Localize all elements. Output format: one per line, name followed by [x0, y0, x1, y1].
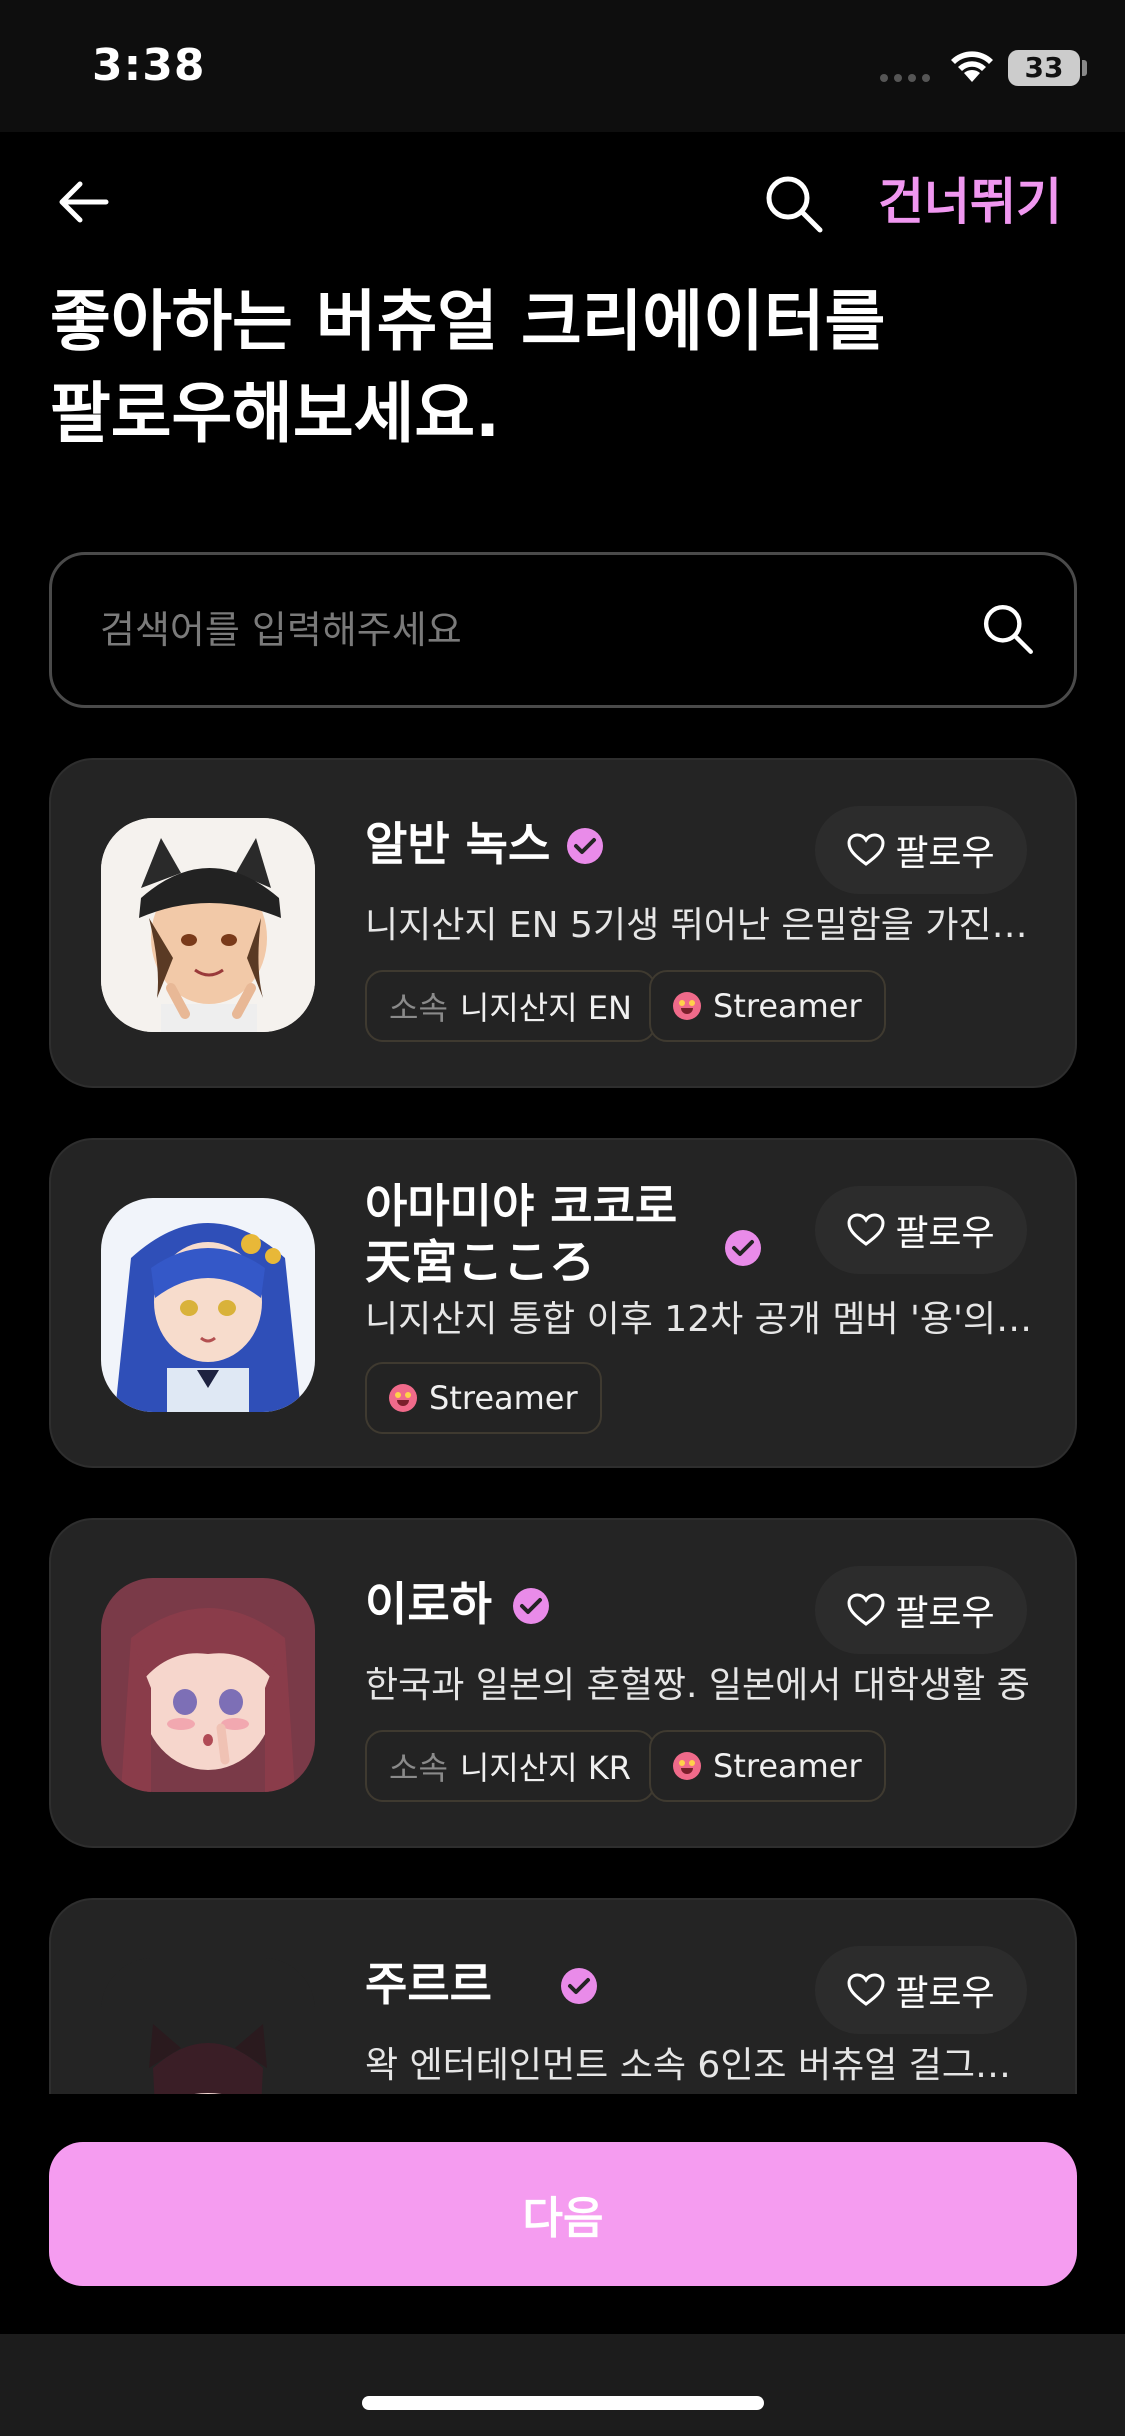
avatar	[101, 1958, 315, 2094]
category-tag: Streamer	[649, 1730, 886, 1802]
avatar-image	[101, 1198, 315, 1412]
creator-name: 주르르	[365, 1957, 492, 2011]
follow-button[interactable]: 팔로우	[815, 806, 1027, 894]
bottom-safe-area	[0, 2334, 1125, 2436]
back-button[interactable]	[52, 170, 116, 234]
avatar-image	[101, 1958, 315, 2094]
search-icon	[983, 604, 1033, 654]
status-time: 3:38	[92, 40, 206, 91]
avatar-image	[101, 818, 315, 1032]
follow-button[interactable]: 팔로우	[815, 1566, 1027, 1654]
avatar	[101, 1578, 315, 1792]
wifi-icon	[951, 51, 993, 82]
page-title: 좋아하는 버츄얼 크리에이터를 팔로우해보세요.	[50, 276, 1050, 460]
battery-tip	[1082, 60, 1087, 76]
agency-tag-label: 소속	[389, 989, 448, 1027]
creator-name: 아마미야 코코로 天宮こころ	[365, 1178, 677, 1290]
creator-list[interactable]: 알반 녹스 팔로우 니지산지 EN 5기생 뛰어난 은밀함을 가진 아름다운 도…	[49, 758, 1077, 2094]
creator-card[interactable]: 알반 녹스 팔로우 니지산지 EN 5기생 뛰어난 은밀함을 가진 아름다운 도…	[49, 758, 1077, 1088]
page-title-line2: 팔로우해보세요.	[50, 375, 501, 452]
agency-tag-value: 니지산지 KR	[459, 1749, 632, 1787]
agency-tag: 소속 니지산지 KR	[365, 1730, 656, 1802]
category-tag: Streamer	[365, 1362, 602, 1434]
status-bar: 3:38 33	[0, 0, 1125, 132]
creator-card[interactable]: 이로하 팔로우 한국과 일본의 혼혈짱. 일본에서 대학생활 중 소속 니지산지…	[49, 1518, 1077, 1848]
search-input[interactable]	[100, 555, 980, 705]
search-icon	[766, 176, 823, 233]
verified-badge-icon	[513, 1588, 549, 1624]
creator-card[interactable]: 아마미야 코코로 天宮こころ 팔로우 니지산지 통합 이후 12차 공개 멤버 …	[49, 1138, 1077, 1468]
avatar	[101, 1198, 315, 1412]
category-tag-label: Streamer	[713, 987, 862, 1025]
creator-card[interactable]: 주르르 팔로우 왁 엔터테인먼트 소속 6인조 버츄얼 걸그룹 이세계아이돌 멤…	[49, 1898, 1077, 2094]
avatar	[101, 818, 315, 1032]
verified-badge-icon	[567, 828, 603, 864]
search-box	[49, 552, 1077, 708]
avatar-image	[101, 1578, 315, 1792]
heart-icon	[847, 1593, 885, 1626]
heart-icon	[847, 1213, 885, 1246]
star-struck-emoji-icon	[389, 1384, 417, 1412]
heart-icon	[847, 833, 885, 866]
follow-label: 팔로우	[895, 1213, 995, 1254]
arrow-left-icon	[59, 181, 109, 223]
category-tag-label: Streamer	[713, 1747, 862, 1785]
next-button[interactable]: 다음	[49, 2142, 1077, 2286]
follow-label: 팔로우	[895, 1593, 995, 1634]
star-struck-emoji-icon	[673, 1752, 701, 1780]
agency-tag-value: 니지산지 EN	[459, 989, 632, 1027]
verified-badge-icon	[725, 1230, 761, 1266]
creator-name-line2: 天宮こころ	[365, 1235, 595, 1289]
creator-description: 왁 엔터테인먼트 소속 6인조 버츄얼 걸그룹 이세계아이돌 멤버	[365, 2045, 1033, 2086]
home-indicator[interactable]	[362, 2396, 764, 2410]
battery-indicator: 33	[1008, 50, 1080, 86]
category-tag: Streamer	[649, 970, 886, 1042]
category-tag-label: Streamer	[429, 1379, 578, 1417]
cellular-signal-icon	[880, 74, 930, 82]
creator-description: 니지산지 통합 이후 12차 공개 멤버 '용'의 아이	[365, 1299, 1033, 1340]
search-submit-button[interactable]	[972, 593, 1044, 665]
header-search-button[interactable]	[758, 168, 830, 240]
follow-button[interactable]: 팔로우	[815, 1186, 1027, 1274]
follow-label: 팔로우	[895, 1973, 995, 2014]
creator-description: 한국과 일본의 혼혈짱. 일본에서 대학생활 중	[365, 1665, 1030, 1706]
creator-name: 알반 녹스	[365, 817, 551, 871]
creator-name-line1: 아마미야 코코로	[365, 1179, 678, 1233]
page-title-line1: 좋아하는 버츄얼 크리에이터를	[50, 283, 886, 360]
creator-name: 이로하	[365, 1577, 492, 1631]
skip-button[interactable]: 건너뛰기	[878, 170, 1062, 234]
heart-icon	[847, 1973, 885, 2006]
agency-tag-label: 소속	[389, 1749, 448, 1787]
star-struck-emoji-icon	[673, 992, 701, 1020]
creator-description: 니지산지 EN 5기생 뛰어난 은밀함을 가진 아름다운 도둑	[365, 905, 1033, 946]
follow-label: 팔로우	[895, 833, 995, 874]
verified-badge-icon	[561, 1968, 597, 2004]
follow-button[interactable]: 팔로우	[815, 1946, 1027, 2034]
agency-tag: 소속 니지산지 EN	[365, 970, 656, 1042]
